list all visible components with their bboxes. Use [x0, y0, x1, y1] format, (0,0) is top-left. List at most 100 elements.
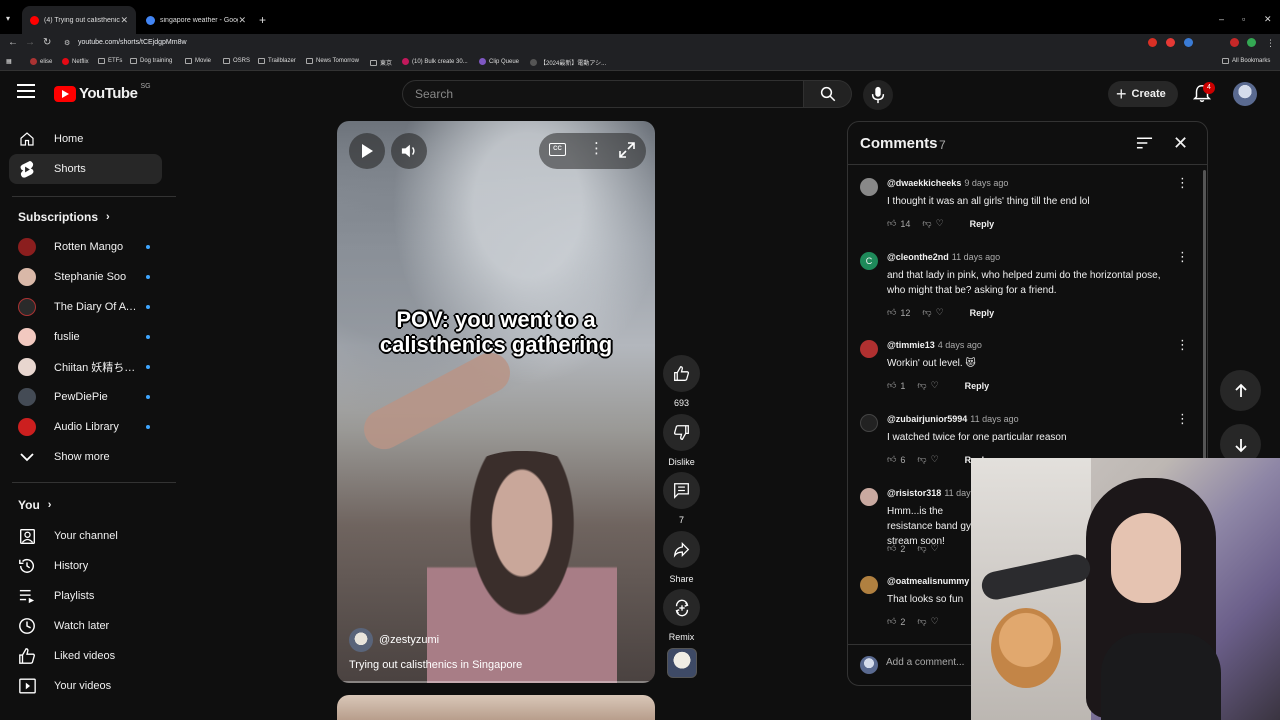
create-button[interactable]: + Create — [1108, 81, 1178, 107]
comment-avatar[interactable]: C — [860, 252, 878, 270]
comment-avatar[interactable] — [860, 576, 878, 594]
browser-tab-active[interactable]: (4) Trying out calisthenics in Sin ✕ — [22, 6, 136, 34]
browser-menu-icon[interactable]: ⋮ — [1266, 38, 1275, 49]
thumbs-up-icon[interactable]: 👍︎ — [887, 543, 896, 554]
sidebar-item-watch-later[interactable]: Watch later — [9, 611, 162, 641]
sidebar-item-playlists[interactable]: Playlists — [9, 581, 162, 611]
bookmark-item[interactable]: elise — [30, 58, 52, 65]
tab-list-icon[interactable]: ▾ — [6, 14, 10, 23]
close-tab-icon[interactable]: ✕ — [120, 15, 128, 26]
site-info-icon[interactable]: ⚙ — [64, 39, 70, 47]
dislike-button[interactable]: Dislike — [663, 414, 700, 467]
extension-icon[interactable] — [1184, 38, 1193, 47]
shorts-video-player[interactable]: CC ⋮ POV: you went to a calisthenics gat… — [337, 121, 655, 683]
heart-icon[interactable]: ♡ — [936, 307, 944, 318]
comment-avatar[interactable] — [860, 340, 878, 358]
video-title[interactable]: Trying out calisthenics in Singapore — [349, 659, 522, 671]
bookmark-folder[interactable]: Trailblazer — [258, 58, 296, 64]
share-button[interactable]: Share — [663, 531, 700, 584]
extension-icon[interactable] — [1148, 38, 1157, 47]
sidebar-item-home[interactable]: Home — [9, 124, 162, 154]
thumbs-down-icon[interactable]: 👎︎ — [922, 218, 931, 229]
all-bookmarks[interactable]: All Bookmarks — [1222, 58, 1270, 64]
subscriptions-heading[interactable]: Subscriptions › — [18, 210, 110, 224]
thumbs-down-icon[interactable]: 👎︎ — [922, 307, 931, 318]
sidebar-subscription-item[interactable]: Audio Library — [9, 412, 162, 442]
thumbs-up-icon[interactable]: 👍︎ — [887, 307, 896, 318]
thumbs-up-icon[interactable]: 👍︎ — [887, 380, 896, 391]
sidebar-subscription-item[interactable]: The Diary Of A CEO — [9, 292, 162, 322]
sidebar-subscription-item[interactable]: Rotten Mango — [9, 232, 162, 262]
play-button[interactable] — [349, 133, 385, 169]
bookmark-folder[interactable]: News Tomorrow — [306, 58, 359, 64]
heart-icon[interactable]: ♡ — [931, 543, 939, 554]
comment-avatar[interactable] — [860, 414, 878, 432]
minimize-icon[interactable]: – — [1219, 14, 1224, 24]
close-icon[interactable]: ✕ — [1173, 134, 1188, 152]
channel-handle[interactable]: @zestyzumi — [379, 634, 439, 646]
hamburger-menu-icon[interactable] — [17, 84, 35, 98]
heart-icon[interactable]: ♡ — [931, 380, 939, 391]
sidebar-item-history[interactable]: History — [9, 551, 162, 581]
previous-short-button[interactable] — [1220, 370, 1261, 411]
comment-author[interactable]: @dwaekkicheeks 9 days ago — [887, 178, 1008, 188]
comment-more-icon[interactable]: ⋮ — [1176, 338, 1189, 351]
voice-search-button[interactable] — [863, 80, 893, 110]
close-tab-icon[interactable]: ✕ — [238, 15, 246, 26]
you-heading[interactable]: You › — [18, 498, 51, 512]
account-avatar[interactable] — [1233, 82, 1257, 106]
comment-avatar[interactable] — [860, 488, 878, 506]
channel-avatar[interactable] — [349, 628, 373, 652]
sort-icon[interactable] — [1136, 136, 1153, 150]
browser-tab[interactable]: singapore weather - Google Se ✕ — [138, 6, 254, 34]
bookmark-folder[interactable]: OSRS — [223, 58, 250, 64]
video-progress-bar[interactable] — [337, 681, 655, 683]
closed-captions-icon[interactable]: CC — [549, 143, 566, 156]
thumbs-down-icon[interactable]: 👎︎ — [917, 380, 926, 391]
close-window-icon[interactable]: ✕ — [1264, 14, 1272, 25]
sidebar-subscription-item[interactable]: fuslie — [9, 322, 162, 352]
sidebar-item-your-channel[interactable]: Your channel — [9, 521, 162, 551]
show-more-button[interactable]: Show more — [9, 442, 162, 472]
search-button[interactable] — [804, 80, 852, 108]
comment-author[interactable]: @zubairjunior5994 11 days ago — [887, 414, 1019, 424]
extension-icon[interactable] — [1230, 38, 1239, 47]
comment-author[interactable]: @timmie13 4 days ago — [887, 340, 982, 350]
like-button[interactable]: 693 — [663, 355, 700, 408]
search-input[interactable] — [403, 81, 803, 107]
sidebar-subscription-item[interactable]: Stephanie Soo — [9, 262, 162, 292]
profile-icon[interactable] — [1247, 38, 1256, 47]
reload-icon[interactable]: ↻ — [43, 37, 51, 48]
comment-more-icon[interactable]: ⋮ — [1176, 176, 1189, 189]
remix-button[interactable]: Remix — [663, 589, 700, 642]
thumbs-down-icon[interactable]: 👎︎ — [917, 616, 926, 627]
sidebar-item-your-videos[interactable]: Your videos — [9, 671, 162, 701]
bookmark-folder[interactable]: 東京 — [370, 58, 392, 67]
more-options-icon[interactable]: ⋮ — [589, 141, 604, 157]
comments-button[interactable]: 7 — [663, 472, 700, 525]
thumbs-down-icon[interactable]: 👎︎ — [917, 454, 926, 465]
forward-icon[interactable]: → — [25, 37, 35, 48]
sidebar-subscription-item[interactable]: Chiitan 妖精ちいたん — [9, 352, 162, 382]
pinterest-extension-icon[interactable] — [1166, 38, 1175, 47]
heart-icon[interactable]: ♡ — [931, 616, 939, 627]
reply-button[interactable]: Reply — [965, 381, 990, 391]
sidebar-item-shorts[interactable]: Shorts — [9, 154, 162, 184]
bookmark-item[interactable]: 【2024最新】電動アシ... — [530, 58, 606, 67]
comment-author[interactable]: @oatmealisnummy — [887, 576, 969, 586]
bookmark-folder[interactable]: Dog training — [130, 58, 172, 64]
comment-avatar[interactable] — [860, 178, 878, 196]
sidebar-subscription-item[interactable]: PewDiePie — [9, 382, 162, 412]
comment-author[interactable]: @cleonthe2nd 11 days ago — [887, 252, 1000, 262]
channel-info[interactable]: @zestyzumi — [349, 628, 439, 652]
sound-thumbnail[interactable] — [667, 648, 697, 678]
bookmark-item[interactable]: Clip Queue — [479, 58, 519, 65]
sidebar-item-liked-videos[interactable]: Liked videos — [9, 641, 162, 671]
comment-more-icon[interactable]: ⋮ — [1176, 412, 1189, 425]
back-icon[interactable]: ← — [8, 37, 18, 48]
thumbs-up-icon[interactable]: 👍︎ — [887, 218, 896, 229]
next-short-preview[interactable] — [337, 695, 655, 720]
bookmark-folder[interactable]: ETFs — [98, 58, 122, 64]
bookmark-folder[interactable]: Movie — [185, 58, 211, 64]
thumbs-up-icon[interactable]: 👍︎ — [887, 616, 896, 627]
